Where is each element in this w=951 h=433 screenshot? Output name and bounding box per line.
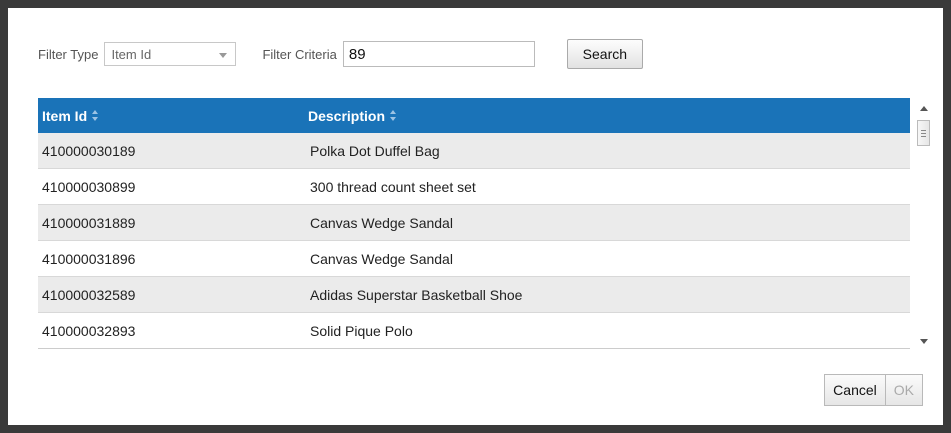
sort-icon[interactable] <box>389 109 397 123</box>
results-grid: Item Id Description 410000030189 Polka D… <box>38 98 910 349</box>
grip-line <box>921 136 926 137</box>
window-frame-right <box>943 0 951 433</box>
cell-description: Polka Dot Duffel Bag <box>310 142 440 159</box>
column-header-description[interactable]: Description <box>308 108 910 124</box>
scroll-down-icon[interactable] <box>920 339 928 344</box>
table-row[interactable]: 410000032893 Solid Pique Polo <box>38 313 910 348</box>
grid-body: 410000030189 Polka Dot Duffel Bag 410000… <box>38 133 910 348</box>
column-header-label: Description <box>308 107 386 124</box>
column-header-label: Item Id <box>42 107 88 124</box>
cell-description: Canvas Wedge Sandal <box>310 250 453 267</box>
cell-item-id: 410000030899 <box>42 178 136 195</box>
filter-type-label: Filter Type <box>38 46 99 62</box>
cell-description: Canvas Wedge Sandal <box>310 214 453 231</box>
filter-criteria-label: Filter Criteria <box>262 46 337 62</box>
table-row[interactable]: 410000031889 Canvas Wedge Sandal <box>38 205 910 241</box>
cell-description: Solid Pique Polo <box>310 322 413 339</box>
scrollbar-thumb[interactable] <box>917 120 930 146</box>
filter-criteria-input[interactable] <box>342 41 535 67</box>
cell-item-id: 410000031889 <box>42 214 136 231</box>
scroll-up-icon[interactable] <box>920 106 928 111</box>
cell-item-id: 410000032893 <box>42 322 136 339</box>
cancel-button[interactable]: Cancel <box>824 374 886 406</box>
chevron-down-icon <box>219 53 228 58</box>
cell-item-id: 410000031896 <box>42 250 136 267</box>
dialog-footer: Cancel OK <box>824 374 923 406</box>
cell-item-id: 410000032589 <box>42 286 136 303</box>
search-button[interactable]: Search <box>566 39 643 69</box>
filter-bar: Filter Type Item Id Filter Criteria Sear… <box>38 39 643 69</box>
grip-line <box>921 130 926 131</box>
table-row[interactable]: 410000030189 Polka Dot Duffel Bag <box>38 133 910 169</box>
window-frame-bottom <box>0 425 951 433</box>
grid-header: Item Id Description <box>38 98 910 133</box>
sort-icon[interactable] <box>91 109 99 123</box>
window-frame-left <box>0 0 8 433</box>
window-frame-top <box>0 0 951 8</box>
ok-button[interactable]: OK <box>884 374 923 406</box>
grip-line <box>921 133 926 134</box>
cell-description: 300 thread count sheet set <box>310 178 476 195</box>
table-row[interactable]: 410000031896 Canvas Wedge Sandal <box>38 241 910 277</box>
grid-scrollbar[interactable] <box>915 98 933 352</box>
cell-description: Adidas Superstar Basketball Shoe <box>310 286 523 303</box>
filter-type-select[interactable]: Item Id <box>104 42 237 66</box>
table-row[interactable]: 410000032589 Adidas Superstar Basketball… <box>38 277 910 313</box>
filter-type-value: Item Id <box>111 46 152 62</box>
table-row[interactable]: 410000030899 300 thread count sheet set <box>38 169 910 205</box>
cell-item-id: 410000030189 <box>42 142 136 159</box>
column-header-item-id[interactable]: Item Id <box>38 108 308 124</box>
